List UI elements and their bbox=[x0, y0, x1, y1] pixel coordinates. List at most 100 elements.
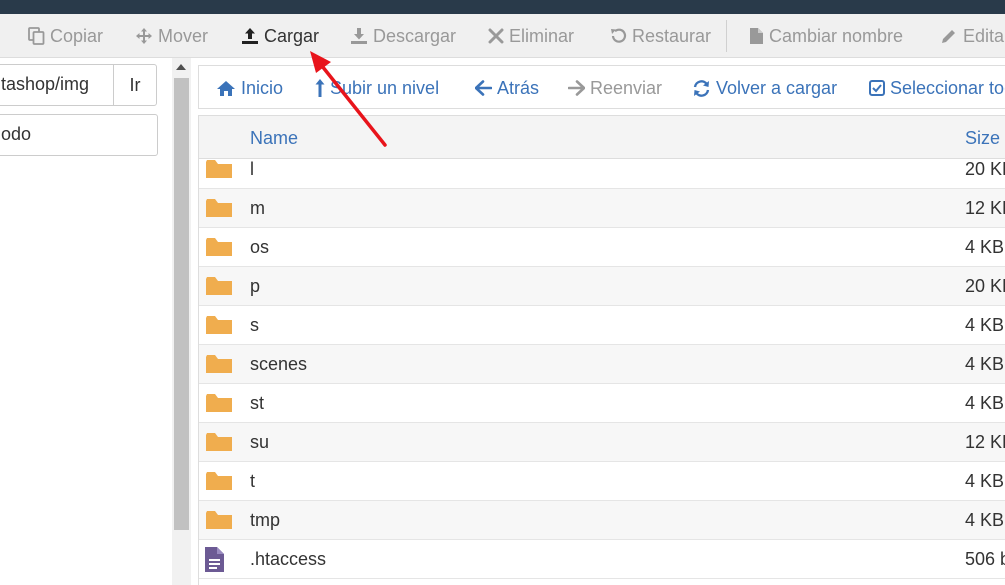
back-button[interactable]: Atrás bbox=[475, 66, 539, 110]
move-icon bbox=[136, 28, 152, 44]
restore-button[interactable]: Restaurar bbox=[609, 14, 711, 58]
table-header: Name Size bbox=[199, 115, 1005, 159]
level-up-icon bbox=[315, 79, 325, 97]
navigation-bar: Inicio Subir un nivel Atrás Reenviar Vol… bbox=[198, 65, 1005, 109]
delete-label: Eliminar bbox=[509, 25, 575, 46]
close-icon bbox=[488, 28, 504, 44]
file-name: t bbox=[250, 471, 256, 491]
home-icon bbox=[217, 80, 235, 96]
arrow-right-icon bbox=[568, 80, 585, 96]
table-row[interactable]: st 4 KB bbox=[199, 384, 1005, 423]
select-all-label: Seleccionar todo bbox=[890, 77, 1005, 98]
delete-button[interactable]: Eliminar bbox=[488, 14, 574, 58]
table-row[interactable]: m 12 KB bbox=[199, 189, 1005, 228]
file-name: su bbox=[250, 432, 270, 452]
restore-label: Restaurar bbox=[632, 25, 712, 46]
top-header-bar bbox=[0, 0, 1005, 14]
home-button[interactable]: Inicio bbox=[216, 66, 283, 110]
copy-label: Copiar bbox=[50, 25, 104, 46]
refresh-icon bbox=[693, 79, 710, 97]
table-row[interactable]: l 20 KB bbox=[199, 159, 1005, 189]
file-size: 4 KB bbox=[965, 354, 1005, 374]
column-header-size[interactable]: Size bbox=[965, 116, 1000, 160]
copy-icon bbox=[28, 27, 45, 45]
directory-tree-pane: tashop/img Ir odo bbox=[0, 58, 172, 585]
table-row[interactable]: .htaccess 506 bytes bbox=[199, 540, 1005, 579]
file-size: 12 KB bbox=[965, 198, 1005, 218]
file-name: p bbox=[250, 276, 261, 296]
go-button[interactable]: Ir bbox=[113, 64, 157, 106]
file-table: Name Size l 20 KB m 12 KB os 4 KB p 20 K… bbox=[198, 115, 1005, 585]
up-level-label: Subir un nivel bbox=[330, 77, 440, 98]
folder-icon bbox=[206, 353, 232, 380]
file-size: 4 KB bbox=[965, 471, 1005, 491]
pencil-icon bbox=[942, 30, 955, 43]
rename-button[interactable]: Cambiar nombre bbox=[749, 14, 903, 58]
file-size: 506 bytes bbox=[965, 549, 1005, 569]
file-size: 12 KB bbox=[965, 432, 1005, 452]
file-name: st bbox=[250, 393, 265, 413]
file-size: 4 KB bbox=[965, 315, 1005, 335]
file-actions-toolbar: Copiar Mover Cargar Descargar Eliminar R… bbox=[0, 14, 1005, 58]
folder-icon bbox=[206, 275, 232, 302]
rename-label: Cambiar nombre bbox=[769, 25, 904, 46]
file-name: s bbox=[250, 315, 259, 335]
back-label: Atrás bbox=[497, 77, 540, 98]
home-label: Inicio bbox=[241, 77, 284, 98]
file-size: 4 KB bbox=[965, 510, 1005, 530]
checkbox-icon bbox=[869, 80, 885, 96]
table-body: l 20 KB m 12 KB os 4 KB p 20 KB s 4 KB s… bbox=[199, 159, 1005, 585]
path-input[interactable]: tashop/img bbox=[0, 64, 114, 106]
edit-label: Editar bbox=[963, 25, 1005, 46]
file-size: 20 KB bbox=[965, 276, 1005, 296]
move-label: Mover bbox=[158, 25, 209, 46]
toolbar-divider bbox=[726, 20, 727, 52]
folder-icon bbox=[206, 431, 232, 458]
scroll-up-arrow-icon[interactable] bbox=[176, 64, 186, 70]
folder-icon bbox=[206, 314, 232, 341]
folder-icon bbox=[206, 509, 232, 536]
upload-icon bbox=[242, 28, 258, 44]
download-button[interactable]: Descargar bbox=[350, 14, 456, 58]
folder-icon bbox=[206, 470, 232, 497]
file-name: .htaccess bbox=[250, 549, 327, 569]
file-size: 4 KB bbox=[965, 393, 1005, 413]
download-icon bbox=[351, 28, 367, 44]
vertical-scrollbar[interactable] bbox=[172, 58, 191, 585]
table-row[interactable]: os 4 KB bbox=[199, 228, 1005, 267]
reload-button[interactable]: Volver a cargar bbox=[692, 66, 837, 110]
column-header-name[interactable]: Name bbox=[250, 116, 298, 160]
forward-label: Reenviar bbox=[590, 77, 663, 98]
folder-icon bbox=[206, 159, 232, 185]
forward-button[interactable]: Reenviar bbox=[568, 66, 662, 110]
up-level-button[interactable]: Subir un nivel bbox=[315, 66, 439, 110]
table-row[interactable]: su 12 KB bbox=[199, 423, 1005, 462]
file-size: 4 KB bbox=[965, 237, 1005, 257]
table-row[interactable]: p 20 KB bbox=[199, 267, 1005, 306]
folder-icon bbox=[206, 392, 232, 419]
scrollbar-thumb[interactable] bbox=[174, 78, 189, 530]
move-button[interactable]: Mover bbox=[135, 14, 208, 58]
tree-item[interactable]: odo bbox=[0, 114, 158, 156]
table-row[interactable]: scenes 4 KB bbox=[199, 345, 1005, 384]
folder-icon bbox=[206, 236, 232, 263]
file-name: os bbox=[250, 237, 270, 257]
table-row[interactable]: tmp 4 KB bbox=[199, 501, 1005, 540]
file-name: m bbox=[250, 198, 265, 218]
download-label: Descargar bbox=[373, 25, 457, 46]
file-name: scenes bbox=[250, 354, 308, 374]
file-size: 20 KB bbox=[965, 159, 1005, 179]
file-name: l bbox=[250, 159, 254, 179]
text-file-icon bbox=[205, 547, 224, 577]
copy-button[interactable]: Copiar bbox=[28, 14, 103, 58]
table-row[interactable]: t 4 KB bbox=[199, 462, 1005, 501]
upload-label: Cargar bbox=[264, 25, 320, 46]
reload-label: Volver a cargar bbox=[716, 77, 838, 98]
file-icon bbox=[750, 28, 763, 44]
upload-button[interactable]: Cargar bbox=[241, 14, 319, 58]
table-row[interactable]: s 4 KB bbox=[199, 306, 1005, 345]
edit-button[interactable]: Editar bbox=[940, 14, 1005, 58]
undo-icon bbox=[611, 28, 627, 43]
select-all-button[interactable]: Seleccionar todo bbox=[869, 66, 1005, 110]
tree-expander-icon[interactable] bbox=[0, 176, 2, 190]
